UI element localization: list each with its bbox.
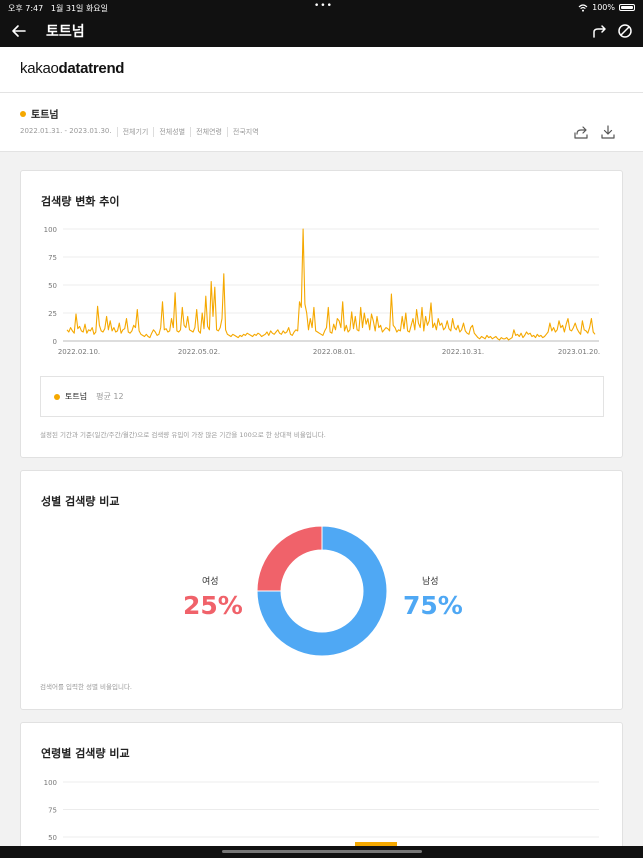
top-nav-bar: 토트넘: [0, 16, 643, 47]
keyword-label: 토트넘: [20, 106, 59, 121]
home-indicator[interactable]: [222, 850, 422, 853]
x-tick-label: 2022.10.31.: [442, 348, 484, 356]
nav-title: 토트넘: [46, 24, 85, 40]
brand-logo[interactable]: kakaodatatrend: [20, 60, 124, 77]
multitask-dots[interactable]: •••: [314, 1, 333, 11]
filter-device: 전체기기: [116, 127, 154, 137]
female-label: 여성: [202, 577, 219, 587]
keyword-dot: [20, 110, 26, 117]
block-icon[interactable]: [616, 22, 634, 40]
status-time: 오후 7:47: [8, 4, 44, 13]
date-range: 2022.01.31. - 2023.01.30.: [20, 127, 112, 135]
y-tick-label: 75: [48, 254, 57, 262]
gender-card: 성별 검색량 비교 여성 25% 남성 75% 검색어를 입력한 성별 비율입니…: [20, 470, 623, 710]
series-line-토트넘: [66, 228, 596, 341]
trend-card: 검색량 변화 추이 100 75 50 25 0 2022.02.10. 2022.05.0…: [20, 170, 623, 458]
status-bar: 오후 7:47 1월 31일 화요일 ••• 100%: [0, 0, 643, 16]
battery-percent: 100%: [592, 3, 615, 12]
donut-slice-여성: [257, 526, 323, 592]
y-tick-label: 50: [48, 834, 57, 842]
trend-legend: 토트넘 평균 12: [40, 376, 604, 417]
gender-title: 성별 검색량 비교: [41, 495, 120, 508]
x-tick-label: 2023.01.20.: [558, 348, 600, 356]
gender-donut-chart[interactable]: [257, 526, 387, 656]
age-bar-chart[interactable]: 100 75 50: [39, 775, 605, 847]
brand-suffix: datatrend: [58, 60, 125, 77]
male-value: 75%: [403, 591, 463, 620]
search-conditions: 2022.01.31. - 2023.01.30. 전체기기 전체성별 전체연령…: [20, 127, 264, 137]
brand-prefix: kakao: [20, 60, 59, 77]
battery-icon: [619, 4, 635, 11]
y-tick-label: 75: [48, 807, 57, 815]
trend-line-chart[interactable]: 100 75 50 25 02022.02.10. 2022.05.02. 2022.08.…: [39, 223, 605, 359]
share-icon[interactable]: [573, 124, 589, 140]
female-value: 25%: [183, 591, 243, 620]
x-tick-label: 2022.02.10.: [58, 348, 100, 356]
filter-region: 전국지역: [226, 127, 264, 137]
y-tick-label: 100: [44, 779, 57, 787]
status-date: 1월 31일 화요일: [50, 4, 109, 13]
status-right: 100%: [578, 3, 635, 12]
share-icon[interactable]: [591, 22, 609, 40]
keyword-info: 토트넘 2022.01.31. - 2023.01.30. 전체기기 전체성별 …: [0, 93, 643, 152]
keyword-text: 토트넘: [31, 110, 59, 121]
y-tick-label: 0: [53, 338, 57, 346]
x-tick-label: 2022.08.01.: [313, 348, 355, 356]
trend-note: 설정된 기간과 기준(일간/주간/월간)으로 검색량 유입이 가장 많은 기간을…: [40, 431, 326, 439]
filter-gender: 전체성별: [153, 127, 190, 137]
download-icon[interactable]: [600, 124, 616, 140]
legend-name: 토트넘: [65, 392, 88, 401]
y-tick-label: 50: [48, 282, 57, 290]
status-time-date: 오후 7:47 1월 31일 화요일: [8, 3, 108, 14]
y-tick-label: 100: [44, 226, 57, 234]
brand-bar: kakaodatatrend: [0, 47, 643, 93]
wifi-icon: [578, 3, 588, 12]
filter-age: 전체연령: [190, 127, 227, 137]
x-tick-label: 2022.05.02.: [178, 348, 220, 356]
gender-note: 검색어를 입력한 성별 비율입니다.: [40, 683, 132, 691]
age-title: 연령별 검색량 비교: [41, 747, 130, 760]
y-tick-label: 25: [48, 310, 57, 318]
age-card: 연령별 검색량 비교 100 75 50: [20, 722, 623, 858]
back-arrow-icon[interactable]: [10, 21, 28, 41]
male-label: 남성: [422, 577, 439, 587]
trend-title: 검색량 변화 추이: [41, 195, 120, 208]
legend-dot: [54, 393, 60, 400]
legend-average: 평균 12: [96, 392, 124, 401]
